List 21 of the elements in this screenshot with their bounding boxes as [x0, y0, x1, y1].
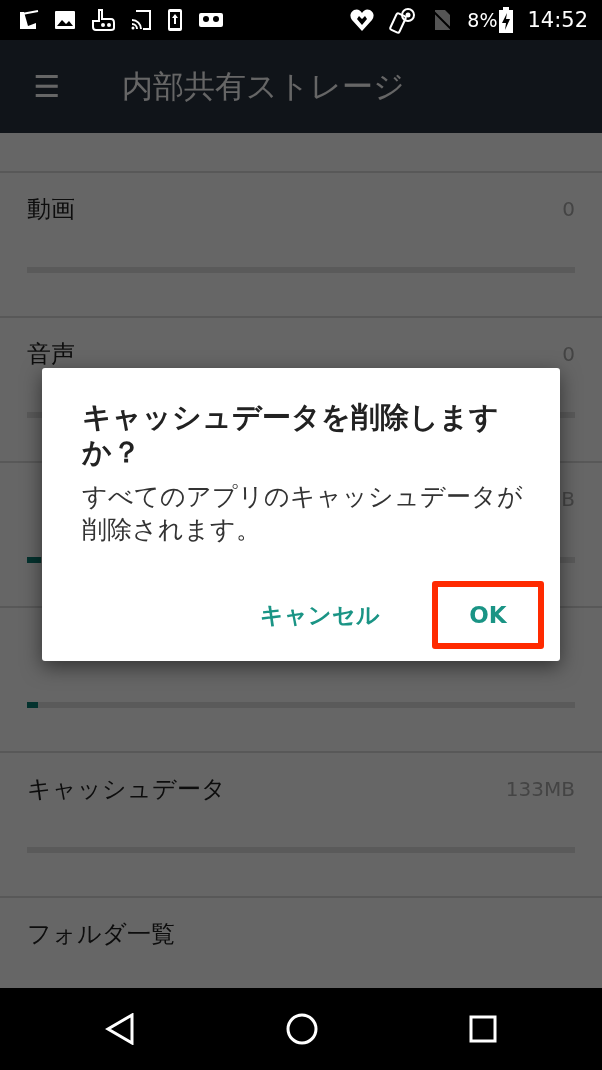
confirm-button[interactable]: OK — [432, 581, 544, 649]
category-label: フォルダ一覧 — [27, 919, 175, 950]
home-icon[interactable] — [286, 1013, 318, 1045]
menu-button[interactable]: ☰ — [30, 71, 64, 102]
cast-icon — [130, 9, 152, 31]
cassette-icon — [198, 11, 224, 29]
image-icon — [54, 9, 76, 31]
phone-nfc-icon — [389, 6, 418, 34]
category-label: 動画 — [27, 194, 75, 225]
recents-icon[interactable] — [468, 1015, 497, 1043]
dialog-title: キャッシュデータを削除しますか？ — [82, 400, 500, 470]
back-icon[interactable] — [105, 1013, 136, 1045]
clock: 14:52 — [527, 8, 588, 32]
heart-icon — [349, 7, 376, 33]
phone-upload-icon — [166, 8, 184, 32]
category-label: キャッシュデータ — [27, 774, 226, 805]
screen-title: 内部共有ストレージ — [122, 66, 405, 106]
battery-charging-icon — [499, 7, 514, 33]
dialog-message: すべてのアプリのキャッシュデータが削除されます。 — [82, 481, 524, 546]
battery-level: 8% — [467, 9, 498, 31]
category-label: 音声 — [27, 339, 75, 370]
